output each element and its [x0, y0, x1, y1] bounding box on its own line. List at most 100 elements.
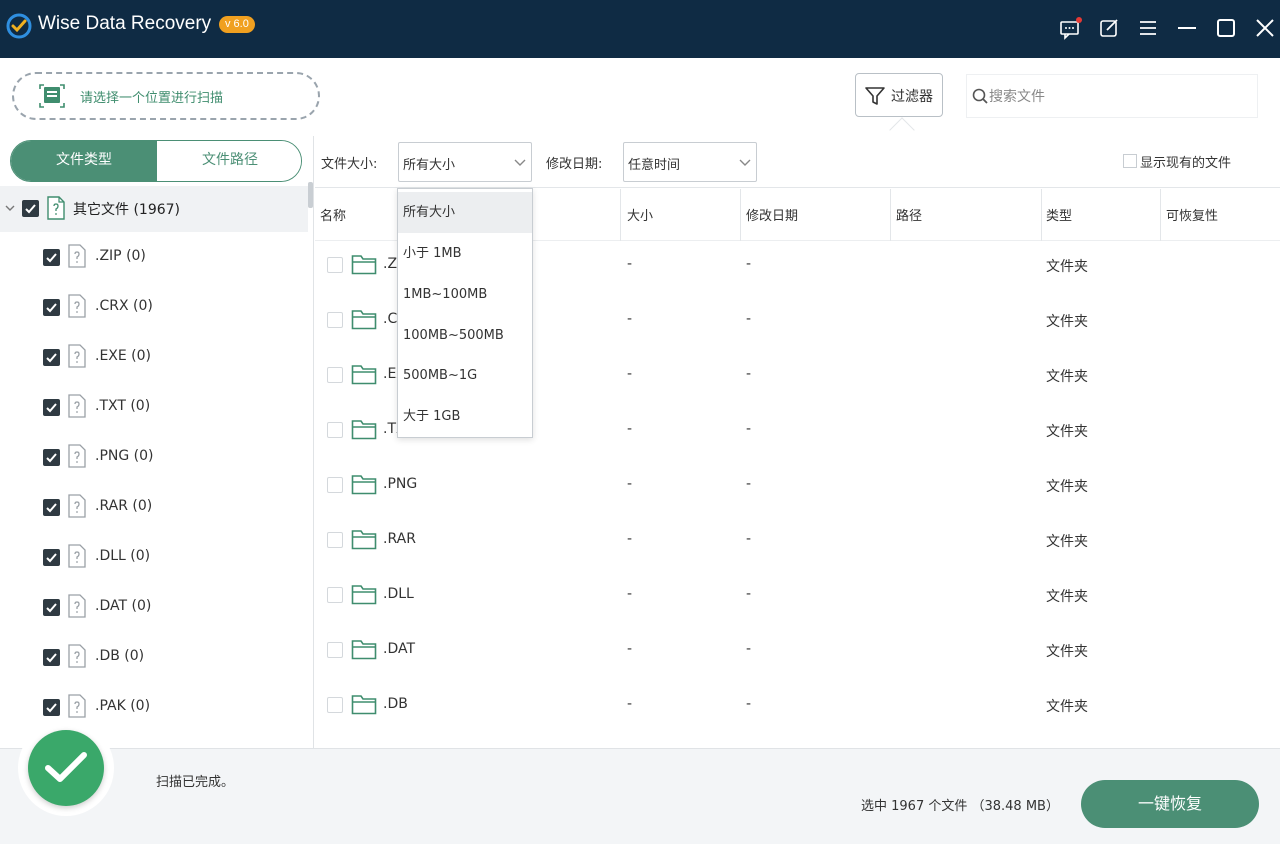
unknown-file-icon [68, 444, 86, 468]
tree-root-other-files[interactable]: 其它文件 (1967) [0, 186, 308, 232]
tab-file-type[interactable]: 文件类型 [11, 141, 157, 181]
search-icon [972, 88, 988, 104]
left-panel: 文件类型 文件路径 其它文件 (1967) .ZIP (0) .CRX (0) … [0, 136, 314, 748]
size-option-500mb-1g[interactable]: 500MB~1G [398, 355, 532, 396]
table-row[interactable]: .RAR - - 文件夹 [315, 516, 1280, 571]
row-date: - [746, 311, 752, 327]
tree-item[interactable]: .CRX (0) [0, 282, 308, 332]
chevron-down-icon[interactable] [4, 202, 16, 214]
row-checkbox[interactable] [327, 257, 343, 273]
tree-item-label: .TXT (0) [95, 398, 151, 414]
tree-item[interactable]: .PNG (0) [0, 432, 308, 482]
checkbox-checked[interactable] [43, 649, 60, 666]
size-select[interactable]: 所有大小 [398, 142, 532, 182]
left-scrollbar[interactable] [308, 182, 313, 208]
checkbox-checked[interactable] [43, 349, 60, 366]
checkbox-checked[interactable] [43, 499, 60, 516]
folder-icon [351, 530, 377, 550]
row-checkbox[interactable] [327, 477, 343, 493]
table-row[interactable]: .DB - - 文件夹 [315, 681, 1280, 736]
tree-item[interactable]: .EXE (0) [0, 332, 308, 382]
folder-icon [351, 255, 377, 275]
maximize-icon[interactable] [1214, 16, 1238, 40]
checkbox-checked[interactable] [43, 599, 60, 616]
tree-item[interactable]: .RAR (0) [0, 482, 308, 532]
tree-item[interactable]: .DLL (0) [0, 532, 308, 582]
column-header-size[interactable]: 大小 [627, 205, 653, 224]
filter-label: 过滤器 [891, 89, 933, 105]
row-type: 文件夹 [1046, 479, 1088, 495]
row-checkbox[interactable] [327, 587, 343, 603]
table-row[interactable]: .DLL - - 文件夹 [315, 571, 1280, 626]
row-size: - [627, 696, 633, 712]
table-row[interactable]: .DAT - - 文件夹 [315, 626, 1280, 681]
row-date: - [746, 366, 752, 382]
checkbox-unchecked[interactable] [1123, 154, 1137, 168]
column-divider[interactable] [1041, 189, 1042, 241]
column-divider[interactable] [1160, 189, 1161, 241]
view-tabs: 文件类型 文件路径 [10, 140, 302, 182]
scan-complete-badge [18, 720, 114, 816]
close-icon[interactable] [1253, 16, 1277, 40]
column-divider[interactable] [740, 189, 741, 241]
tree-item-label: .PAK (0) [95, 698, 151, 714]
column-header-recoverability[interactable]: 可恢复性 [1166, 205, 1218, 224]
row-checkbox[interactable] [327, 422, 343, 438]
row-size: - [627, 256, 633, 272]
size-option-under-1mb[interactable]: 小于 1MB [398, 233, 532, 274]
row-checkbox[interactable] [327, 367, 343, 383]
size-option-over-1gb[interactable]: 大于 1GB [398, 396, 532, 437]
tree-item[interactable]: .DB (0) [0, 632, 308, 682]
column-header-type[interactable]: 类型 [1046, 205, 1072, 224]
menu-icon[interactable] [1136, 16, 1160, 40]
checkbox-checked[interactable] [43, 699, 60, 716]
tree-item-label: .RAR (0) [95, 498, 153, 514]
unknown-file-icon [68, 294, 86, 318]
row-checkbox[interactable] [327, 532, 343, 548]
size-option-100mb-500mb[interactable]: 100MB~500MB [398, 315, 532, 356]
column-header-modified[interactable]: 修改日期 [746, 205, 798, 224]
checkbox-checked[interactable] [43, 399, 60, 416]
row-name: .DLL [383, 586, 414, 602]
scan-location-label: 请选择一个位置进行扫描 [80, 91, 224, 106]
date-filter-label: 修改日期: [546, 157, 603, 172]
search-input[interactable] [989, 83, 1249, 111]
row-size: - [627, 366, 633, 382]
checkbox-checked[interactable] [43, 299, 60, 316]
tree-item[interactable]: .TXT (0) [0, 382, 308, 432]
column-divider[interactable] [620, 189, 621, 241]
checkbox-checked[interactable] [43, 249, 60, 266]
checkbox-checked[interactable] [22, 200, 39, 217]
feedback-icon[interactable] [1058, 16, 1082, 40]
checkbox-checked[interactable] [43, 549, 60, 566]
tab-file-path[interactable]: 文件路径 [157, 141, 301, 181]
folder-icon [351, 365, 377, 385]
row-date: - [746, 421, 752, 437]
row-checkbox[interactable] [327, 312, 343, 328]
edit-icon[interactable] [1097, 16, 1121, 40]
row-size: - [627, 476, 633, 492]
unknown-file-icon [68, 644, 86, 668]
unknown-file-icon [68, 594, 86, 618]
size-option-1mb-100mb[interactable]: 1MB~100MB [398, 274, 532, 315]
row-checkbox[interactable] [327, 642, 343, 658]
scan-location-button[interactable]: 请选择一个位置进行扫描 [12, 72, 320, 120]
search-box[interactable] [966, 74, 1258, 118]
date-select[interactable]: 任意时间 [623, 142, 757, 182]
tree-item[interactable]: .DAT (0) [0, 582, 308, 632]
row-checkbox[interactable] [327, 697, 343, 713]
filter-button[interactable]: 过滤器 [855, 73, 943, 117]
table-row[interactable]: .PNG - - 文件夹 [315, 461, 1280, 516]
app-title: Wise Data Recovery [38, 13, 212, 34]
tree-item-label: .CRX (0) [95, 298, 153, 314]
column-header-name[interactable]: 名称 [320, 205, 346, 224]
size-option-all[interactable]: 所有大小 [398, 192, 532, 233]
tree-item[interactable]: .ZIP (0) [0, 232, 308, 282]
scan-status-text: 扫描已完成。 [156, 775, 235, 790]
checkbox-checked[interactable] [43, 449, 60, 466]
row-date: - [746, 476, 752, 492]
column-header-path[interactable]: 路径 [896, 205, 922, 224]
recover-button[interactable]: 一键恢复 [1081, 780, 1259, 828]
column-divider[interactable] [890, 189, 891, 241]
minimize-icon[interactable] [1175, 16, 1199, 40]
